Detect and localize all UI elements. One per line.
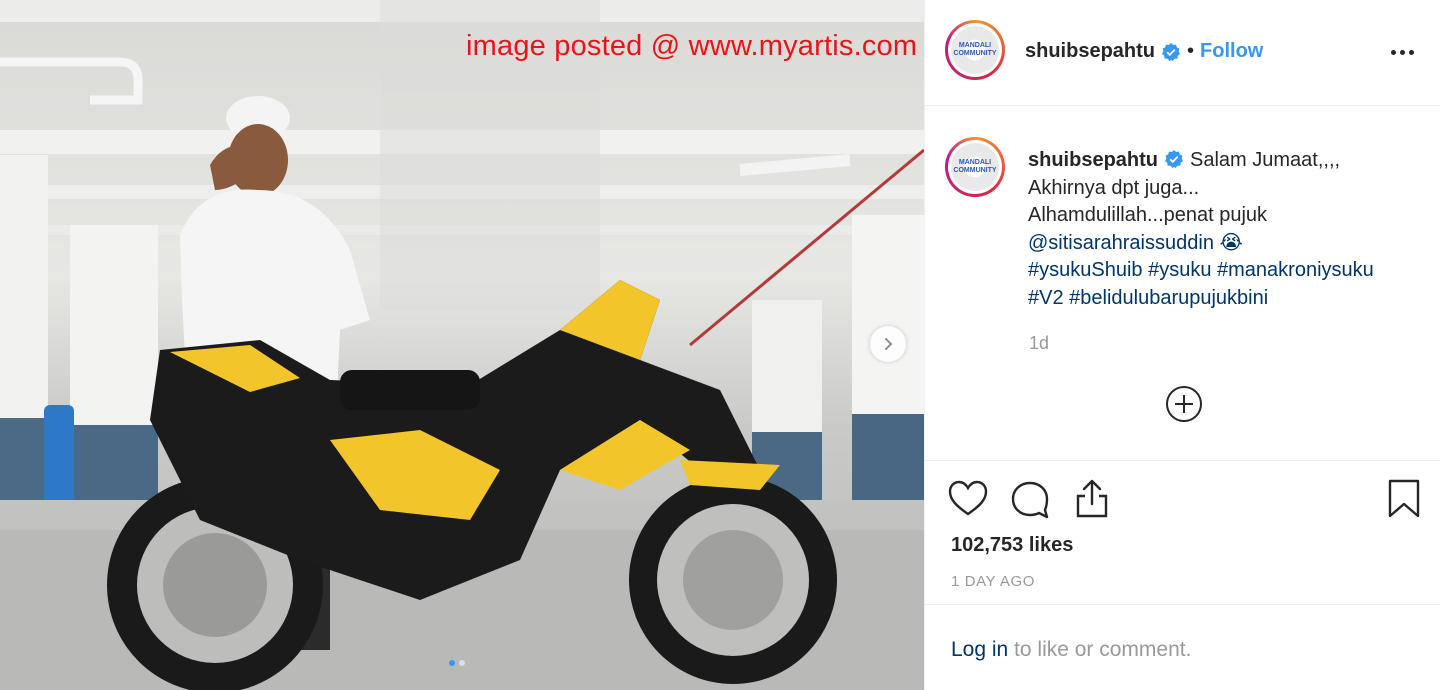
post-actions: 102,753 likes 1 DAY AGO	[925, 462, 1440, 605]
login-prompt-text: to like or comment.	[1008, 638, 1192, 661]
verified-icon	[1165, 150, 1184, 168]
more-options-icon[interactable]	[1391, 50, 1414, 55]
caption-time-ago: 1d	[1029, 333, 1050, 353]
avatar-badge-line2: COMMUNITY	[953, 50, 997, 57]
caption-line: Salam Jumaat,,,,	[1190, 149, 1341, 171]
chevron-right-icon	[885, 338, 893, 350]
caption-author-avatar[interactable]: MANDALI COMMUNITY	[945, 137, 1005, 197]
heart-icon[interactable]	[947, 478, 989, 520]
follow-button[interactable]: Follow	[1200, 40, 1263, 63]
carousel-dot-active	[449, 660, 455, 666]
comment-icon[interactable]	[1009, 478, 1051, 520]
watermark-text: image posted @ www.myartis.com	[466, 30, 918, 62]
carousel-dot	[459, 660, 465, 666]
caption-hashtags[interactable]: #V2 #belidulubarupujukbini	[1028, 285, 1428, 313]
caption-mention[interactable]: @sitisarahraissuddin 😭	[1028, 230, 1428, 258]
avatar-badge-line1: MANDALI	[958, 159, 992, 166]
post-date[interactable]: 1 DAY AGO	[951, 573, 1035, 590]
post-header: MANDALI COMMUNITY shuibsepahtu • Follow	[925, 0, 1440, 106]
avatar-badge-line2: COMMUNITY	[953, 167, 997, 174]
carousel-indicator	[449, 660, 465, 666]
caption-line: Alhamdulillah...penat pujuk	[1028, 204, 1268, 226]
avatar-badge-line1: MANDALI	[958, 42, 992, 49]
verified-icon	[1162, 42, 1181, 61]
author-avatar[interactable]: MANDALI COMMUNITY	[945, 20, 1005, 80]
login-link[interactable]: Log in	[951, 638, 1008, 661]
caption-line: Akhirnya dpt juga...	[1028, 176, 1200, 199]
share-icon[interactable]	[1071, 478, 1113, 520]
login-prompt: Log in to like or comment.	[951, 638, 1191, 662]
post-caption: shuibsepahtu Salam Jumaat,,,, Akhirnya d…	[1028, 147, 1428, 312]
header-separator: •	[1187, 40, 1195, 62]
caption-username[interactable]: shuibsepahtu	[1028, 149, 1158, 171]
add-comment-icon[interactable]	[1165, 385, 1203, 423]
photo-scene	[0, 0, 924, 690]
likes-count[interactable]: 102,753 likes	[951, 534, 1073, 557]
post-photo: image posted @ www.myartis.com	[0, 0, 924, 690]
bookmark-icon[interactable]	[1383, 478, 1425, 520]
caption-area: MANDALI COMMUNITY shuibsepahtu Salam Jum…	[925, 107, 1440, 461]
carousel-next-button[interactable]	[870, 326, 906, 362]
author-username[interactable]: shuibsepahtu	[1025, 40, 1155, 63]
caption-hashtags[interactable]: #ysukuShuib #ysuku #manakroniysuku	[1028, 257, 1428, 285]
post-side-panel: MANDALI COMMUNITY shuibsepahtu • Follow …	[924, 0, 1440, 690]
